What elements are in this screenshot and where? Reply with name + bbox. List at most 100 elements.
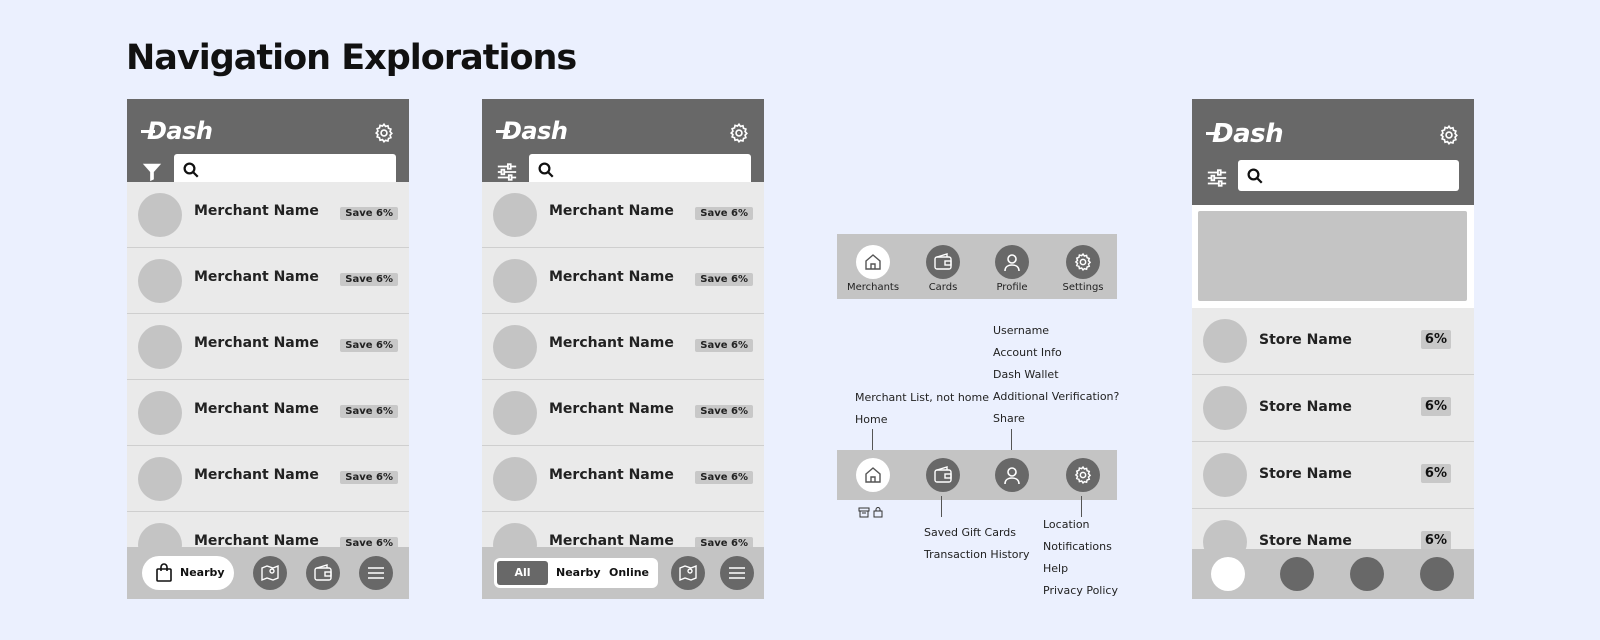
search-icon <box>538 162 554 178</box>
home-icon <box>865 254 881 270</box>
merchant-avatar <box>493 391 537 435</box>
segment-nearby[interactable]: Nearby <box>556 566 601 579</box>
merchant-avatar <box>138 457 182 501</box>
app-header: Dash <box>1192 99 1474 205</box>
discount-badge: 6% <box>1420 464 1451 483</box>
merchant-name: Merchant Name <box>549 335 674 351</box>
menu-button[interactable] <box>720 556 754 590</box>
hamburger-menu-icon <box>368 567 384 579</box>
phone-mockup-segments: Dash Merchant Name Save 6% Merchant Name S… <box>482 99 764 599</box>
tab-settings[interactable] <box>1055 458 1111 492</box>
list-item[interactable]: Store Name 6% <box>1192 442 1474 509</box>
gear-icon[interactable] <box>1438 124 1460 146</box>
segmented-control: All Nearby Online <box>494 558 658 588</box>
store-name: Store Name <box>1259 332 1352 348</box>
page-title: Navigation Explorations <box>126 38 577 78</box>
save-badge: Save 6% <box>695 471 753 484</box>
merchant-name: Merchant Name <box>194 467 319 483</box>
save-badge: Save 6% <box>340 405 398 418</box>
gear-icon[interactable] <box>373 122 395 144</box>
map-button[interactable] <box>253 556 287 590</box>
tab-merchants[interactable] <box>845 458 901 492</box>
menu-button[interactable] <box>359 556 393 590</box>
tab-cards[interactable]: Cards <box>915 245 971 293</box>
list-item[interactable]: Store Name 6% <box>1192 308 1474 375</box>
sliders-icon[interactable] <box>1206 167 1228 189</box>
merchant-name: Merchant Name <box>549 401 674 417</box>
tab-label: Merchants <box>846 282 900 293</box>
list-item[interactable]: Merchant Name Save 6% <box>482 446 764 512</box>
merchant-avatar <box>493 193 537 237</box>
map-button[interactable] <box>671 556 705 590</box>
list-item[interactable]: Merchant Name Save 6% <box>127 248 409 314</box>
store-name: Store Name <box>1259 399 1352 415</box>
cards-notes: Saved Gift Cards Transaction History <box>924 526 1030 561</box>
dash-logo: Dash <box>141 117 213 145</box>
tab-cards[interactable] <box>915 458 971 492</box>
gear-icon[interactable] <box>728 122 750 144</box>
segment-online[interactable]: Online <box>609 566 649 579</box>
merchant-avatar <box>138 391 182 435</box>
sliders-icon[interactable] <box>496 161 518 183</box>
wallet-button[interactable] <box>306 556 340 590</box>
tab-profile[interactable] <box>984 458 1040 492</box>
tab-dot[interactable] <box>1420 557 1454 591</box>
merchant-name: Merchant Name <box>549 203 674 219</box>
discount-badge: 6% <box>1420 531 1451 550</box>
save-badge: Save 6% <box>340 273 398 286</box>
merchant-name: Merchant Name <box>194 203 319 219</box>
gear-icon <box>1074 465 1092 485</box>
home-notes: Merchant List, not home Home <box>855 391 989 426</box>
tab-label: Settings <box>1062 282 1104 293</box>
tab-dot[interactable] <box>1350 557 1384 591</box>
tab-merchants[interactable]: Merchants <box>845 245 901 293</box>
merchant-avatar <box>493 325 537 369</box>
merchant-avatar <box>493 259 537 303</box>
merchant-avatar <box>138 259 182 303</box>
discount-badge: 6% <box>1420 397 1451 416</box>
list-item[interactable]: Merchant Name Save 6% <box>482 380 764 446</box>
tab-dot-active[interactable] <box>1211 557 1245 591</box>
list-item[interactable]: Merchant Name Save 6% <box>482 182 764 248</box>
nearby-button[interactable]: Nearby <box>142 556 234 590</box>
save-badge: Save 6% <box>695 405 753 418</box>
dash-logo: Dash <box>496 117 568 145</box>
tab-dot[interactable] <box>1280 557 1314 591</box>
search-icon <box>1247 168 1263 184</box>
person-icon <box>1004 467 1020 485</box>
tab-bar-annotated <box>837 450 1117 500</box>
save-badge: Save 6% <box>695 339 753 352</box>
list-item[interactable]: Merchant Name Save 6% <box>482 248 764 314</box>
merchant-name: Merchant Name <box>549 269 674 285</box>
store-avatar <box>1203 453 1247 497</box>
search-input[interactable] <box>1238 160 1459 191</box>
list-item[interactable]: Merchant Name Save 6% <box>482 314 764 380</box>
bottom-tab-bar <box>1192 549 1474 599</box>
nearby-label: Nearby <box>180 566 225 579</box>
list-item[interactable]: Merchant Name Save 6% <box>127 446 409 512</box>
filter-icon[interactable] <box>141 161 163 183</box>
save-badge: Save 6% <box>340 207 398 220</box>
wallet-icon <box>934 253 952 270</box>
store-name: Store Name <box>1259 533 1352 549</box>
list-item[interactable]: Merchant Name Save 6% <box>127 314 409 380</box>
list-item[interactable]: Merchant Name Save 6% <box>127 380 409 446</box>
tab-profile[interactable]: Profile <box>984 245 1040 293</box>
tab-settings[interactable]: Settings <box>1055 245 1111 293</box>
app-header: Dash <box>127 99 409 193</box>
segment-all[interactable]: All <box>497 561 548 585</box>
dash-logo: Dash <box>1206 119 1284 149</box>
list-item[interactable]: Merchant Name Save 6% <box>127 182 409 248</box>
tab-label: Cards <box>928 282 958 293</box>
store-avatar <box>1203 319 1247 363</box>
merchant-list: Merchant Name Save 6% Merchant Name Save 6… <box>482 182 764 578</box>
merchant-name: Merchant Name <box>194 401 319 417</box>
gear-icon <box>1074 252 1092 272</box>
list-item[interactable]: Store Name 6% <box>1192 375 1474 442</box>
tab-label: Profile <box>996 282 1028 293</box>
bottom-bar: All Nearby Online <box>482 547 764 599</box>
banner-placeholder[interactable] <box>1198 211 1467 301</box>
save-badge: Save 6% <box>340 471 398 484</box>
store-icon <box>858 507 870 518</box>
shopping-bag-icon <box>156 563 172 582</box>
